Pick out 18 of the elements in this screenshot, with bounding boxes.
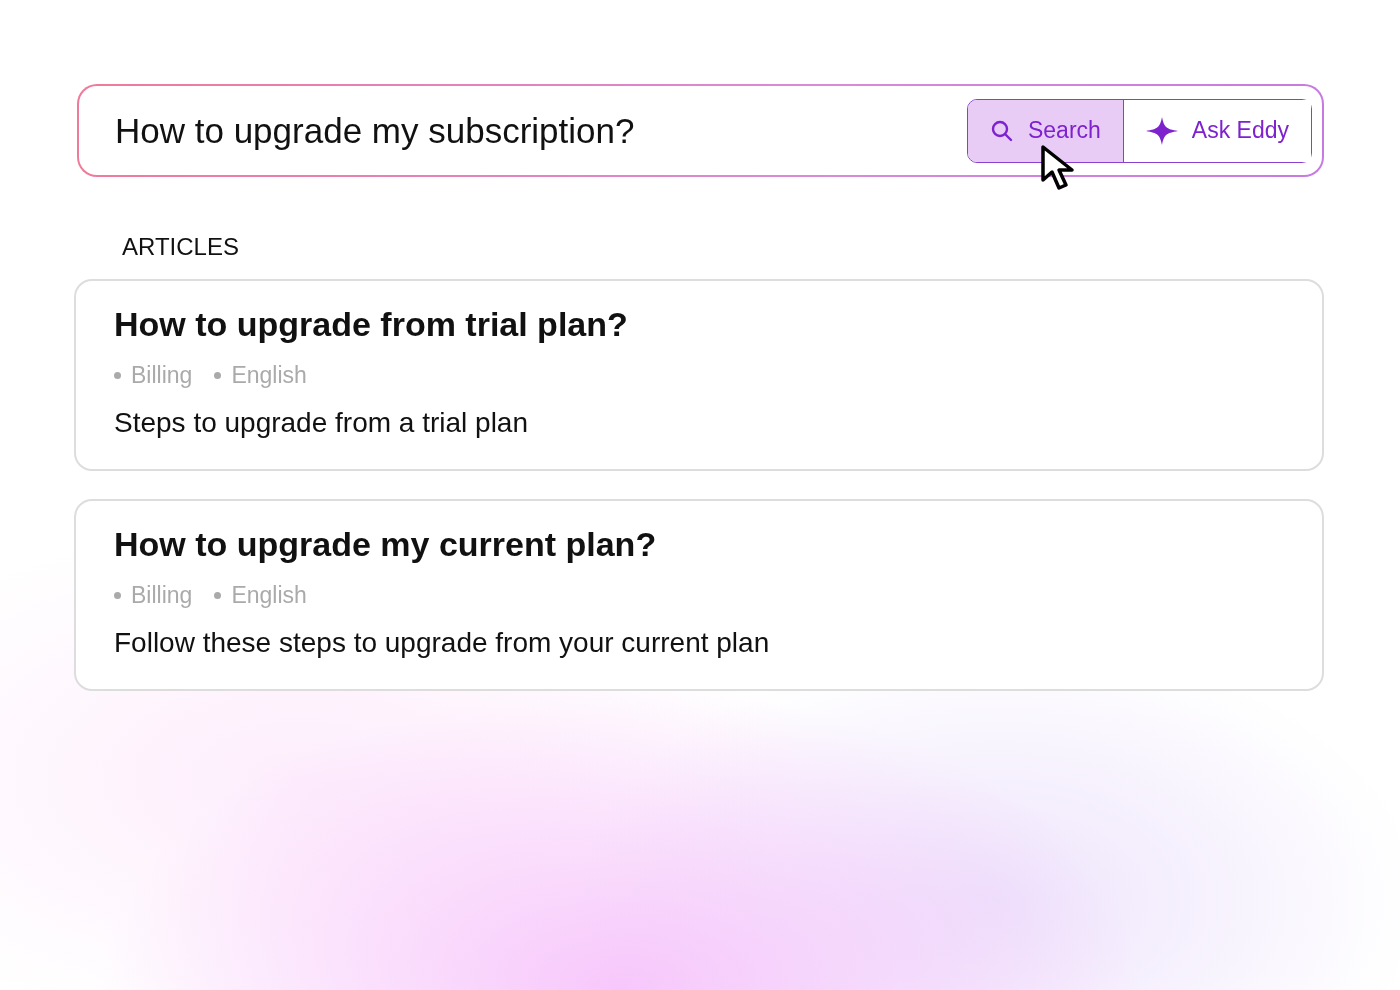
article-title: How to upgrade my current plan? [114,525,658,564]
article-title: How to upgrade from trial plan? [114,305,629,344]
article-tag: English [214,582,307,609]
article-tag: English [214,362,307,389]
bullet-icon [114,372,121,379]
article-summary: Steps to upgrade from a trial plan [114,407,529,439]
search-icon [989,118,1014,143]
article-card[interactable]: How to upgrade from trial plan? Billing English Steps to upgrade from a trial plan [74,279,1324,471]
article-card[interactable]: How to upgrade my current plan? Billing English Follow these steps to upgrade from your current plan [74,499,1324,691]
bullet-icon [214,592,222,599]
section-heading: ARTICLES [122,233,240,261]
article-tag: Billing [114,582,193,609]
bullet-icon [214,372,222,379]
article-summary: Follow these steps to upgrade from your current plan [114,627,771,659]
search-field[interactable]: How to upgrade my subscription? [115,110,967,151]
bullet-icon [114,592,121,599]
search-button[interactable]: Search [967,99,1124,162]
article-tag: Billing [114,362,193,389]
